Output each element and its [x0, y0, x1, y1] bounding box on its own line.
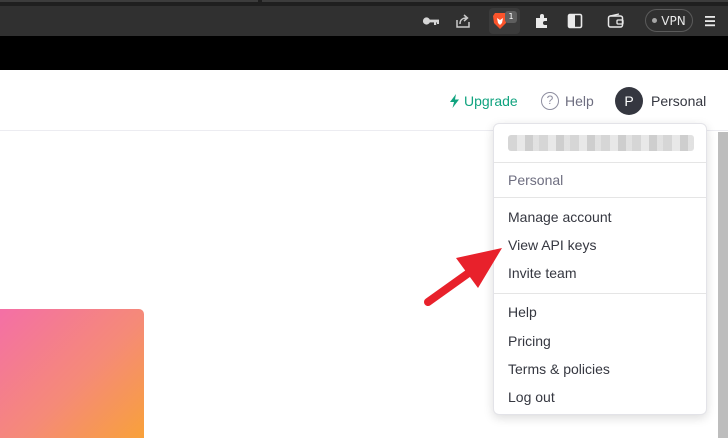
wallet-icon[interactable] [605, 10, 627, 32]
redacted-email [508, 135, 694, 151]
account-dropdown: Personal Manage account View API keys In… [493, 123, 707, 415]
upgrade-label: Upgrade [464, 93, 518, 109]
menu-item-view-api-keys[interactable]: View API keys [508, 235, 596, 255]
menu-item-terms-policies[interactable]: Terms & policies [508, 359, 610, 379]
upgrade-link[interactable]: Upgrade [449, 91, 518, 111]
tab-edge [0, 0, 258, 2]
vpn-label: VPN [661, 13, 686, 28]
org-label: Personal [508, 172, 564, 188]
menu-divider [494, 293, 706, 294]
menu-item-pricing[interactable]: Pricing [508, 331, 551, 351]
vpn-button[interactable]: VPN [645, 9, 693, 32]
vpn-icon [652, 18, 658, 23]
annotation-arrow-icon [424, 248, 502, 306]
shields-count-badge: 1 [505, 11, 517, 23]
menu-item-log-out[interactable]: Log out [508, 387, 555, 407]
account-menu-button[interactable]: P Personal [615, 87, 706, 115]
bookmarks-bar [0, 36, 728, 70]
scrollbar-thumb[interactable] [718, 132, 728, 438]
help-label: Help [565, 93, 594, 109]
menu-icon[interactable] [699, 10, 721, 32]
avatar: P [615, 87, 643, 115]
help-link[interactable]: ? Help [541, 91, 594, 111]
menu-item-help[interactable]: Help [508, 302, 537, 322]
key-icon[interactable] [420, 10, 442, 32]
browser-toolbar: 1 VPN [0, 6, 728, 36]
share-icon[interactable] [452, 10, 474, 32]
sidebar-icon[interactable] [564, 10, 586, 32]
question-circle-icon: ? [541, 92, 559, 110]
page-header: Upgrade ? Help P Personal [0, 70, 728, 131]
lightning-icon [450, 94, 459, 108]
menu-divider [494, 162, 706, 163]
menu-item-manage-account[interactable]: Manage account [508, 207, 612, 227]
tab-edge [262, 0, 728, 2]
menu-divider [494, 197, 706, 198]
account-name: Personal [651, 93, 707, 109]
gradient-card [0, 309, 144, 438]
extensions-icon[interactable] [531, 10, 553, 32]
menu-item-invite-team[interactable]: Invite team [508, 263, 576, 283]
